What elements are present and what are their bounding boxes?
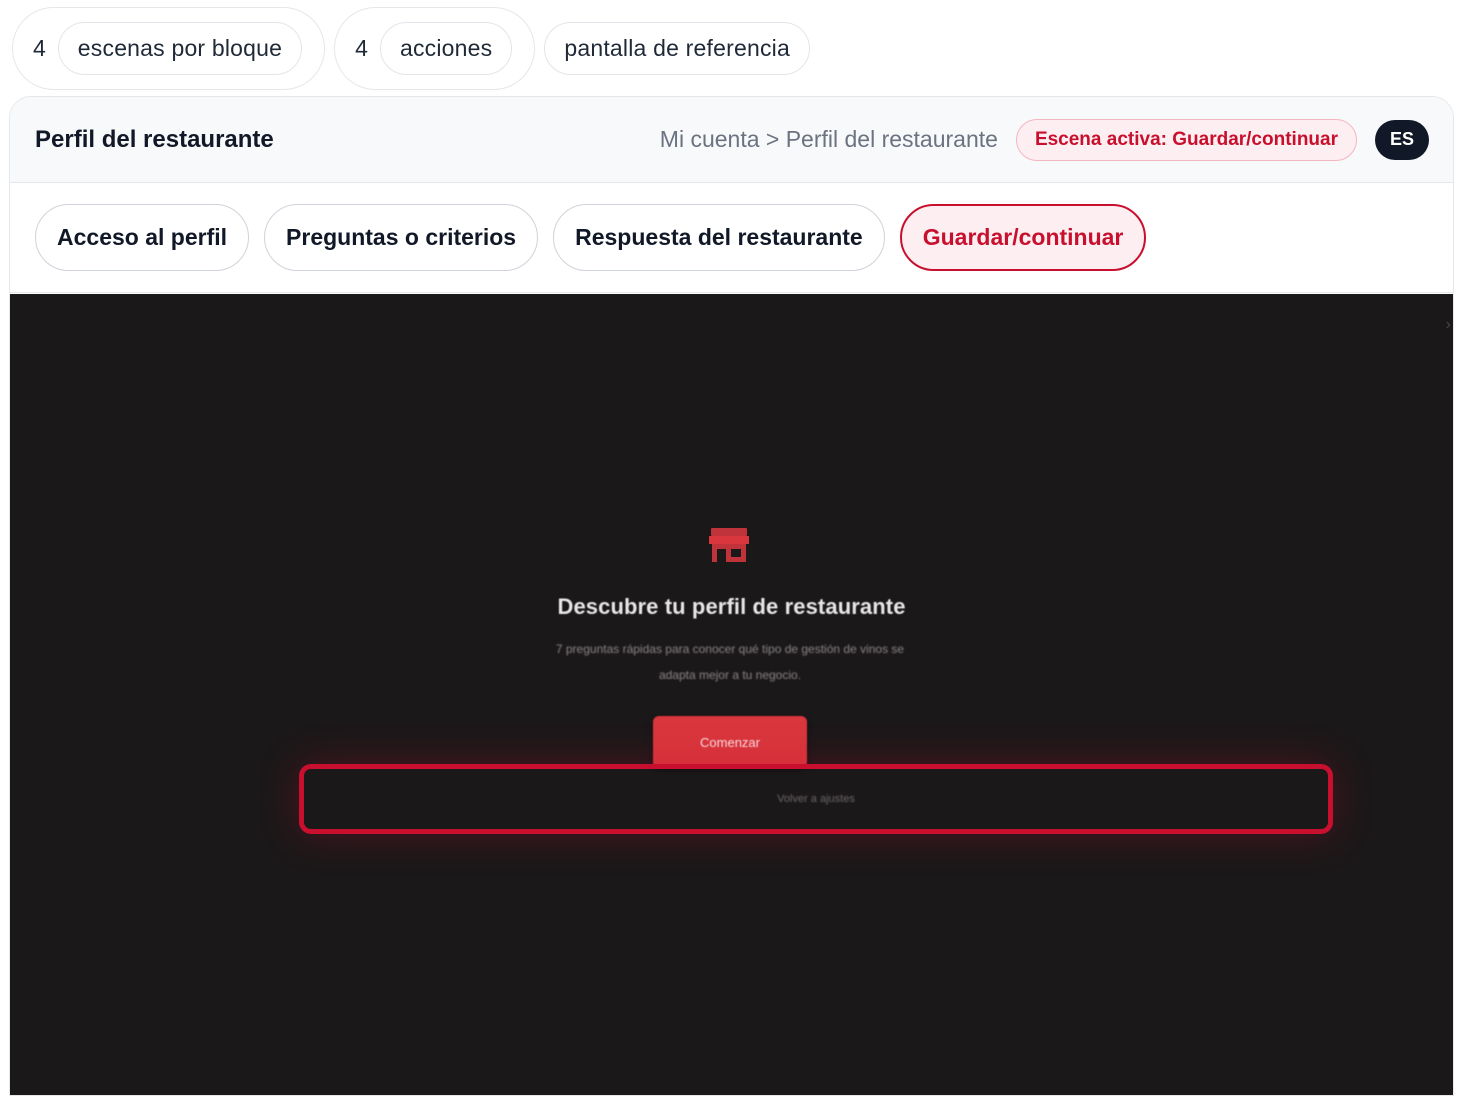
start-button[interactable]: Comenzar (653, 716, 807, 768)
tab-save-continue[interactable]: Guardar/continuar (899, 204, 1147, 271)
tab-restaurant-answer[interactable]: Respuesta del restaurante (553, 204, 885, 271)
breadcrumb: Mi cuenta > Perfil del restaurante (659, 126, 998, 152)
page-title: Perfil del restaurante (35, 125, 274, 153)
back-to-settings-link[interactable]: Volver a ajustes (777, 793, 855, 805)
profile-panel: Perfil del restaurante Mi cuenta > Perfi… (9, 96, 1454, 1096)
tab-questions-criteria[interactable]: Preguntas o criterios (264, 204, 539, 271)
actions-label: acciones (379, 22, 513, 75)
reference-screen: › Descubre tu perfil de restaurante 7 pr… (10, 294, 1453, 1095)
scenes-label: escenas por bloque (57, 22, 303, 75)
screen-title: Descubre tu perfil de restaurante (557, 594, 906, 619)
reference-screen-pill: pantalla de referencia (544, 22, 810, 75)
save-continue-highlight[interactable]: Volver a ajustes (299, 764, 1333, 834)
stats-bar: 4 escenas por bloque 4 acciones pantalla… (12, 7, 810, 90)
store-icon (709, 528, 749, 562)
active-scene-badge: Escena activa: Guardar/continuar (1015, 118, 1357, 161)
actions-stat: 4 acciones (334, 7, 536, 90)
scene-tabs: Acceso al perfil Preguntas o criterios R… (10, 183, 1453, 293)
panel-header: Perfil del restaurante Mi cuenta > Perfi… (10, 97, 1453, 183)
screen-description: 7 preguntas rápidas para conocer qué tip… (555, 642, 905, 682)
tab-profile-access[interactable]: Acceso al perfil (35, 204, 250, 271)
screen-close-icon[interactable]: › (1446, 316, 1451, 334)
actions-count: 4 (355, 35, 368, 61)
scenes-stat: 4 escenas por bloque (12, 7, 326, 90)
scenes-count: 4 (33, 35, 46, 61)
language-badge[interactable]: ES (1375, 119, 1429, 160)
header-right: Mi cuenta > Perfil del restaurante Escen… (659, 118, 1429, 161)
